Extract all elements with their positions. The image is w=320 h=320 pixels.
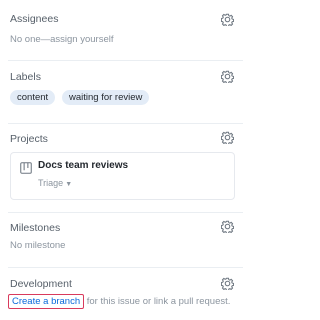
create-branch-link[interactable]: Create a branch: [8, 294, 85, 309]
assignees-title: Assignees: [10, 13, 59, 25]
label-content[interactable]: content: [10, 90, 56, 105]
labels-title: Labels: [10, 71, 41, 83]
development-row: Create a branch for this issue or link a…: [8, 294, 230, 310]
milestones-empty-text: No milestone: [10, 240, 66, 251]
milestones-section: Milestones No milestone: [0, 213, 251, 267]
development-title: Development: [10, 278, 72, 290]
projects-gear-icon[interactable]: [221, 131, 234, 144]
projects-title: Projects: [10, 133, 48, 145]
project-board-icon: [20, 162, 32, 174]
milestones-title: Milestones: [10, 222, 61, 234]
assignees-section: Assignees No one—assign yourself: [0, 0, 251, 60]
project-card[interactable]: Docs team reviews Triage ▼: [10, 152, 235, 200]
triangle-down-icon: ▼: [65, 181, 73, 188]
project-status-dropdown[interactable]: Triage ▼: [38, 178, 72, 188]
labels-gear-icon[interactable]: [221, 70, 234, 83]
development-help-text: for this issue or link a pull request.: [84, 296, 231, 307]
labels-section: Labels content waiting for review: [0, 61, 251, 123]
milestones-gear-icon[interactable]: [221, 220, 234, 233]
project-name[interactable]: Docs team reviews: [38, 160, 128, 171]
label-waiting-for-review[interactable]: waiting for review: [62, 90, 150, 105]
assignees-gear-icon[interactable]: [221, 13, 234, 26]
project-status-label: Triage: [38, 178, 64, 188]
assignees-empty-text[interactable]: No one—assign yourself: [10, 34, 114, 45]
development-gear-icon[interactable]: [221, 277, 234, 290]
